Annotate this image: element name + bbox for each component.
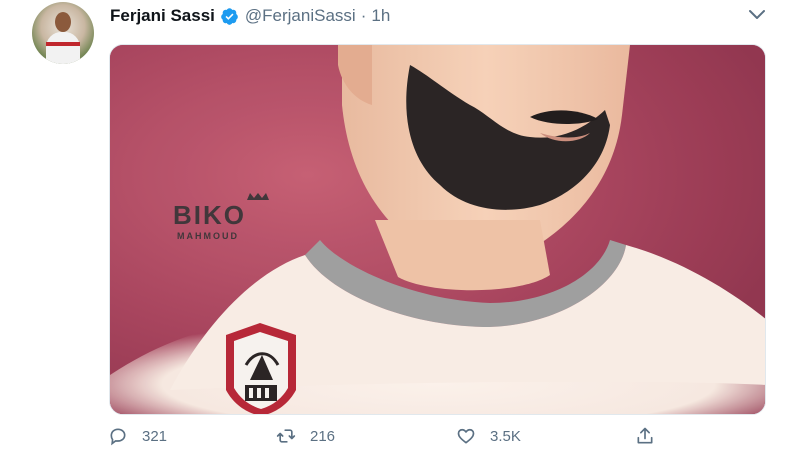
author-name[interactable]: Ferjani Sassi [110,6,215,26]
like-button[interactable]: 3.5K [456,426,521,446]
retweet-icon [276,429,296,443]
timestamp[interactable]: 1h [371,6,390,26]
tweet-header: Ferjani Sassi @FerjaniSassi · 1h [110,4,390,28]
chevron-down-icon[interactable] [748,8,766,22]
author-handle[interactable]: @FerjaniSassi [245,6,356,26]
retweet-count: 216 [310,427,336,445]
tweet-actions: 321 216 3.5K [108,426,668,450]
like-icon [457,428,475,444]
tweet[interactable]: Ferjani Sassi @FerjaniSassi · 1h BIKO MA… [0,0,800,450]
tweet-media-image[interactable]: BIKO MAHMOUD [109,44,766,415]
share-icon [637,427,653,444]
artwork-illustration: BIKO MAHMOUD [110,45,765,414]
verified-badge-icon [220,7,239,26]
reply-count: 321 [142,427,168,445]
like-count: 3.5K [490,427,521,445]
reply-button[interactable]: 321 [108,426,167,446]
retweet-button[interactable]: 216 [276,426,335,446]
separator-dot: · [360,6,367,25]
avatar[interactable] [32,2,94,64]
reply-icon [110,428,126,446]
share-button[interactable] [635,426,669,446]
